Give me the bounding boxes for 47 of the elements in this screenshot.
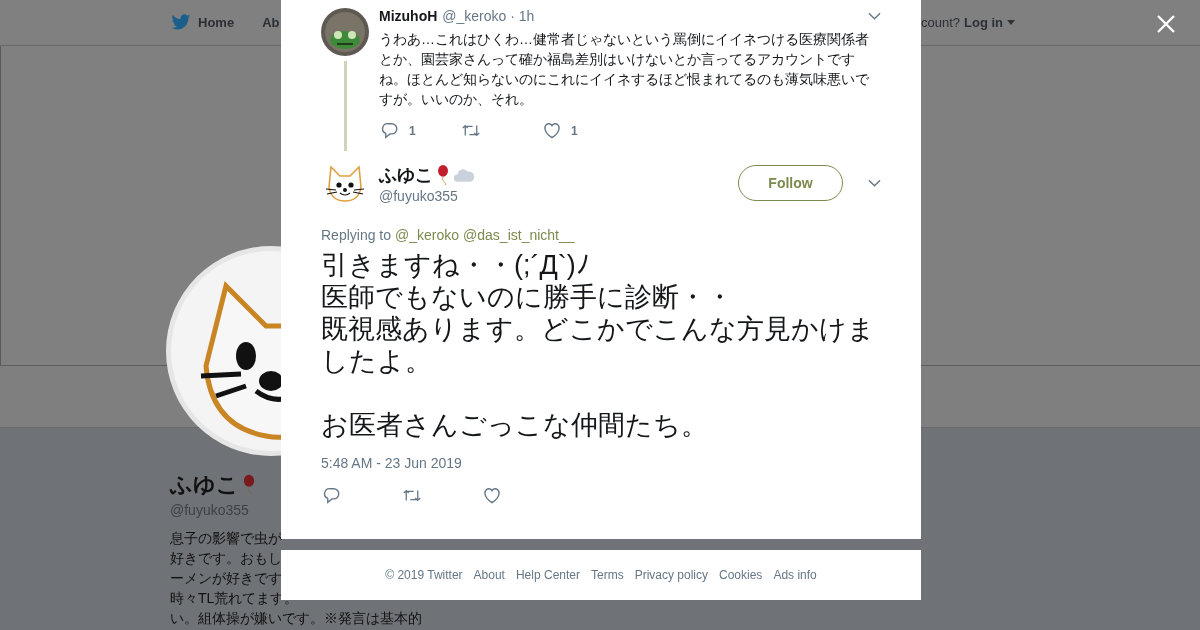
nav-link[interactable]: Home: [198, 15, 235, 30]
balloon-icon: [437, 164, 449, 185]
bird-icon: [171, 14, 191, 31]
handle-and-time: @_keroko · 1h: [442, 8, 535, 24]
bio-line: い。組体操が嫌いです。※発言は基本的: [170, 609, 422, 628]
footer-link[interactable]: © 2019 Twitter: [385, 568, 463, 582]
footer-link[interactable]: Cookies: [719, 568, 763, 582]
mention-link[interactable]: @das_ist_nicht__: [463, 227, 575, 243]
retweet-icon[interactable]: [462, 122, 480, 139]
reply-icon[interactable]: [323, 487, 341, 504]
footer-link[interactable]: Help Center: [515, 568, 580, 582]
user-handle: @fuyuko355: [379, 187, 459, 204]
profile-name: ふゆこ: [170, 471, 239, 499]
login-prompt: count?: [920, 15, 960, 30]
replying-label: Replying to: [321, 227, 392, 243]
like-count: 1: [571, 123, 578, 138]
login-link[interactable]: Log in: [964, 15, 1003, 30]
bio-line: 息子の影響で虫が: [170, 529, 282, 548]
footer-link[interactable]: Terms: [591, 568, 624, 582]
nav-link[interactable]: Ab: [262, 15, 280, 30]
footer-link[interactable]: About: [473, 568, 505, 582]
user-name: ふゆこ: [379, 163, 433, 187]
footer-link[interactable]: Ads info: [773, 568, 817, 582]
chevron-icon[interactable]: [868, 179, 881, 187]
chevron-icon[interactable]: [868, 12, 881, 20]
user-avatar: [321, 8, 369, 56]
user-name: MizuhoH: [379, 8, 438, 24]
tweet-text-line: 医師でもないのに勝手に診断・・: [321, 281, 734, 313]
mention-link[interactable]: @_keroko: [395, 227, 460, 243]
tweet-timestamp: 5:48 AM - 23 Jun 2019: [321, 455, 463, 471]
bio-line: ーメンが好きです: [170, 569, 282, 588]
heart-icon[interactable]: [543, 122, 561, 139]
retweet-icon[interactable]: [403, 487, 421, 504]
bio-line: 好きです。おもし: [170, 549, 282, 568]
reply-icon[interactable]: [381, 122, 399, 139]
tweet-text-line: 既視感あります。どこかでこんな方見かけましたよ。: [321, 313, 876, 377]
heart-icon[interactable]: [483, 487, 501, 504]
tweet-text: うわあ…これはひくわ…健常者じゃないという罵倒にイイネつける医療関係者とか、園芸家さんって確か福島差別はいけないとか言ってるアカウントですね。ほとんど知らないのにこれにイイネするほど恨まれてるのも薄気味悪いですが。いいのか、それ。: [379, 30, 870, 109]
cloud-icon: [453, 166, 475, 183]
reply-count: 1: [409, 123, 416, 138]
footer-link[interactable]: Privacy policy: [634, 568, 708, 582]
balloon-icon: [243, 474, 255, 496]
caret-icon: [1007, 20, 1015, 25]
tweet-text-line: 引きますね・・(;´Д`)ﾉ: [321, 249, 591, 281]
follow-button[interactable]: Follow: [738, 165, 843, 201]
close-icon[interactable]: [1156, 14, 1176, 34]
tweet-text-line: お医者さんごっこな仲間たち。: [321, 409, 709, 441]
